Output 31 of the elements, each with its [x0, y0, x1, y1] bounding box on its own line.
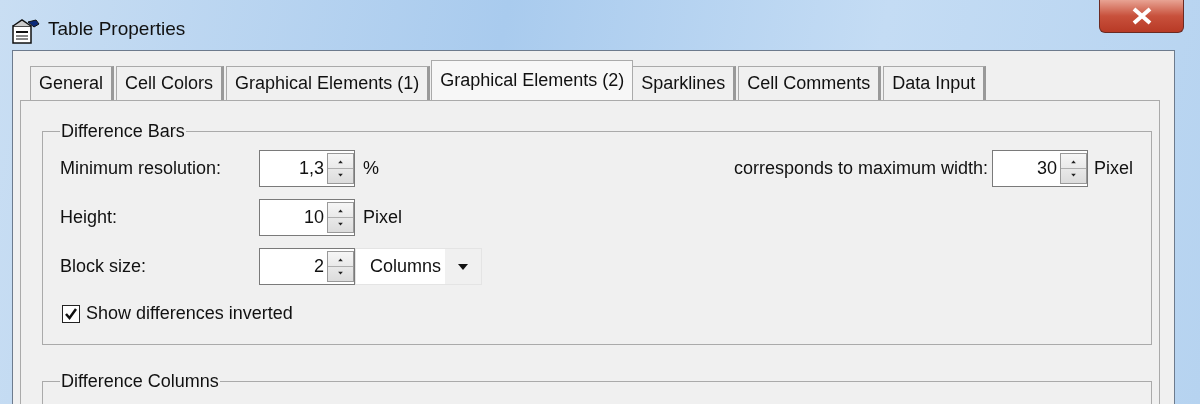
- tab[interactable]: Cell Colors: [116, 66, 225, 100]
- spin-buttons[interactable]: [327, 251, 354, 282]
- number-field[interactable]: 1,3: [259, 150, 355, 187]
- unit-dropdown[interactable]: Columns: [355, 248, 482, 285]
- unit-label: Pixel: [363, 207, 402, 228]
- field-label: corresponds to maximum width:: [733, 158, 988, 179]
- tab[interactable]: Data Input: [883, 66, 987, 100]
- spin-buttons[interactable]: [327, 153, 354, 184]
- checkbox[interactable]: [62, 304, 80, 323]
- checkbox-label: Show differences inverted: [86, 303, 293, 324]
- number-field[interactable]: 2: [259, 248, 355, 285]
- spin-buttons[interactable]: [327, 202, 354, 233]
- tab[interactable]: Sparklines: [632, 66, 737, 100]
- table-properties-icon: [12, 18, 40, 44]
- tab[interactable]: Graphical Elements (1): [226, 66, 431, 100]
- field-label: Minimum resolution:: [60, 158, 223, 179]
- group-title: Difference Bars: [60, 121, 186, 142]
- field-label: Height:: [60, 207, 119, 228]
- tab[interactable]: Graphical Elements (2): [431, 60, 634, 100]
- tab[interactable]: General: [30, 66, 115, 100]
- tab[interactable]: Cell Comments: [738, 66, 882, 100]
- unit-label: %: [363, 158, 379, 179]
- close-button[interactable]: [1099, 0, 1184, 33]
- spin-buttons[interactable]: [1060, 153, 1087, 184]
- unit-label: Pixel: [1094, 158, 1133, 179]
- window-title: Table Properties: [48, 18, 186, 40]
- number-field[interactable]: 30: [992, 150, 1088, 187]
- caret-icon: [458, 263, 468, 270]
- group-title: Difference Columns: [60, 371, 220, 392]
- field-label: Block size:: [60, 256, 148, 277]
- number-field[interactable]: 10: [259, 199, 355, 236]
